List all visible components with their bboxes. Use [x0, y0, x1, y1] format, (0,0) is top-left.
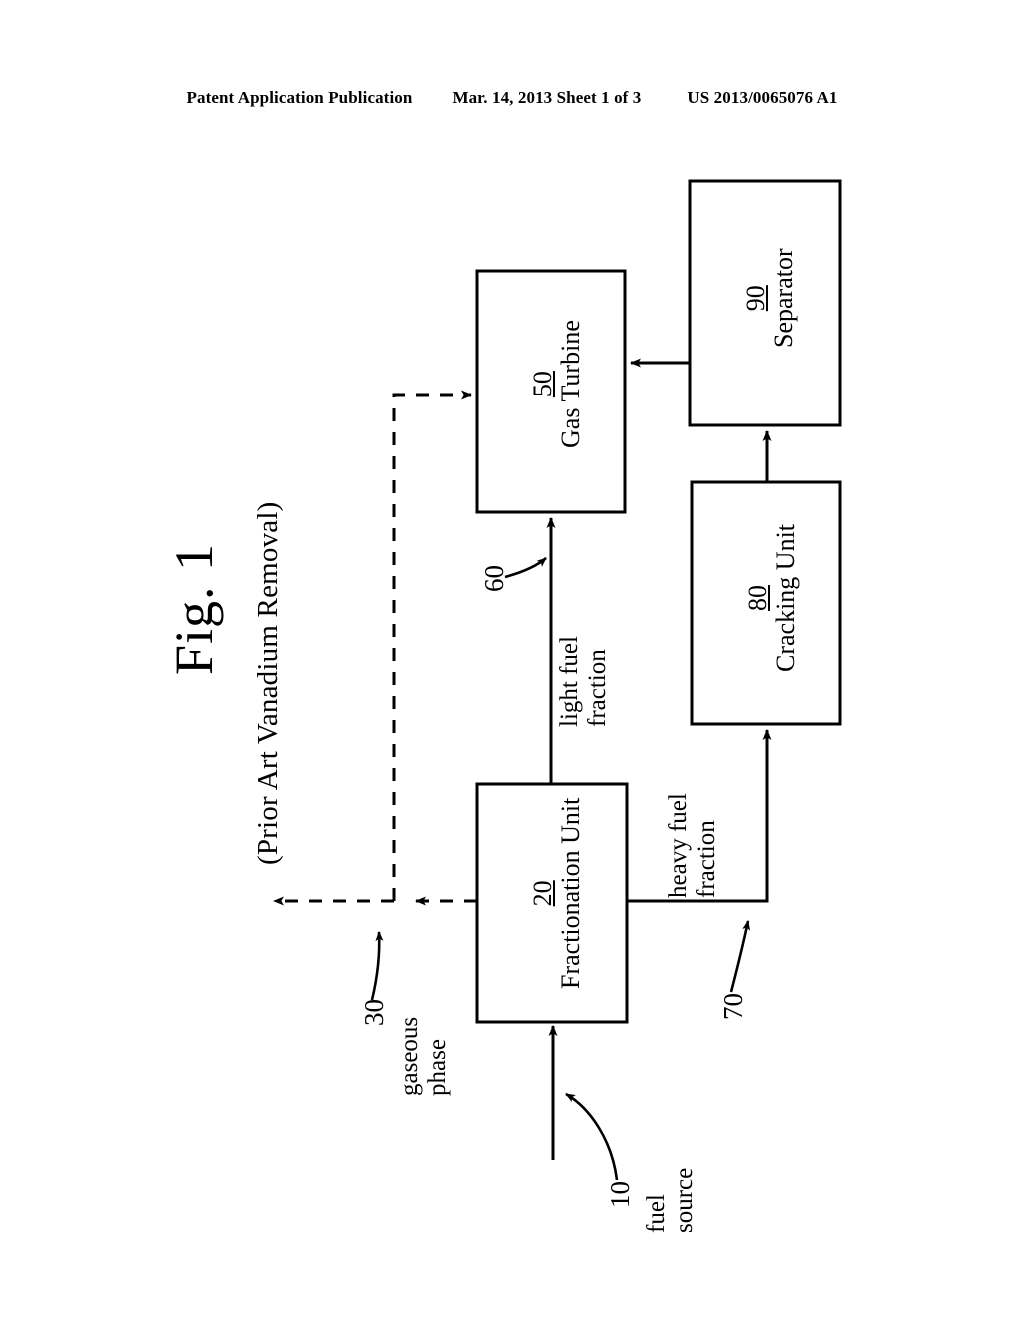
flow-label-light-fuel-fraction: light fuel fraction — [556, 636, 612, 727]
flow-diagram-svg — [273, 179, 842, 1181]
box-number-80: 80 — [743, 584, 772, 611]
figure-subtitle: (Prior Art Vanadium Removal) — [252, 501, 284, 865]
box-label-fractionation-unit: 20 Fractionation Unit — [528, 797, 586, 989]
box-number-20: 20 — [528, 880, 557, 907]
leader-line-10 — [565, 1092, 619, 1181]
leader-line-70 — [729, 920, 751, 993]
flow-label-heavy-fuel-fraction-line1: heavy fuel — [665, 793, 692, 898]
ref-number-10: 10 — [605, 1181, 635, 1208]
leader-line-30 — [370, 931, 384, 1001]
flow-label-fuel-source-line1: fuel — [643, 1194, 670, 1233]
box-label-gas-turbine: 50 Gas Turbine — [528, 320, 586, 448]
box-label-cracking-unit: 80 Cracking Unit — [743, 523, 801, 672]
flow-label-gaseous-phase-line2: phase — [424, 1039, 451, 1096]
leader-line-60 — [504, 557, 547, 579]
box-number-90: 90 — [741, 285, 770, 312]
box-name-separator: Separator — [769, 248, 799, 348]
ref-number-30: 30 — [359, 999, 389, 1026]
flow-label-gaseous-phase-line1: gaseous — [396, 1016, 423, 1096]
flow-label-heavy-fuel-fraction: heavy fuel fraction — [665, 793, 721, 898]
flow-label-light-fuel-fraction-line1: light fuel — [556, 636, 583, 727]
figure-title: Fig. 1 — [164, 542, 224, 675]
flow-label-fuel-source-line2: source — [671, 1167, 698, 1233]
flow-line-gaseous-phase-to-gas-turbine — [392, 390, 472, 901]
box-name-cracking-unit: Cracking Unit — [771, 523, 801, 672]
box-number-50: 50 — [528, 371, 557, 398]
flow-label-gaseous-phase: gaseous phase — [396, 1017, 452, 1096]
flow-label-heavy-fuel-fraction-line2: fraction — [693, 820, 720, 898]
flow-label-fuel-source: fuel source — [643, 1168, 699, 1233]
box-name-gas-turbine: Gas Turbine — [556, 320, 586, 448]
box-label-separator: 90 Separator — [741, 248, 799, 348]
ref-number-60: 60 — [479, 565, 509, 592]
flow-label-light-fuel-fraction-line2: fraction — [584, 649, 611, 727]
box-name-fractionation-unit: Fractionation Unit — [556, 797, 586, 989]
figure-1-diagram: Fig. 1 (Prior Art Vanadium Removal) 50 G… — [0, 0, 1024, 1320]
ref-number-70: 70 — [718, 993, 748, 1020]
